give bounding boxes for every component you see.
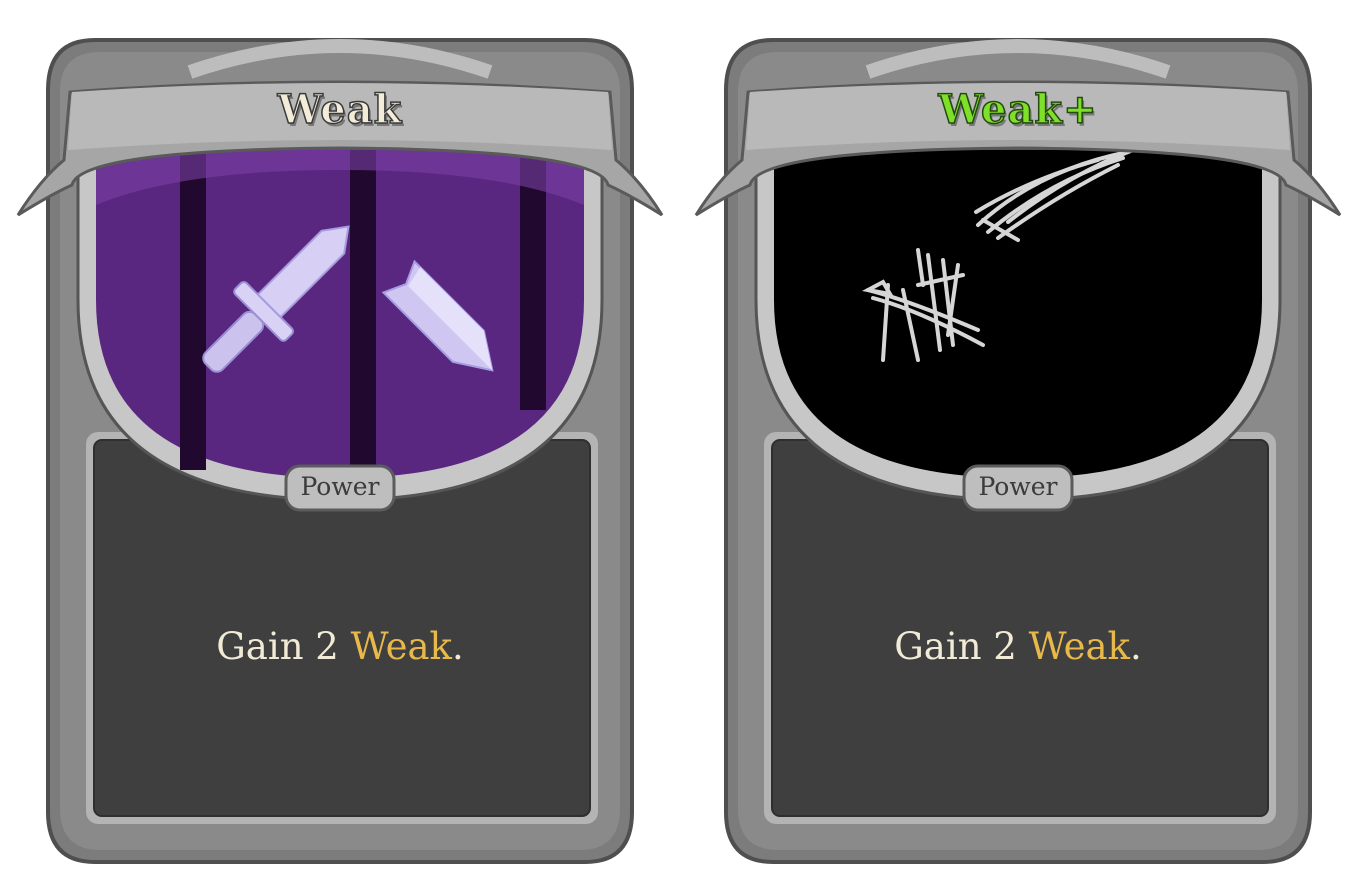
card-description: Gain 2 Weak. — [0, 625, 680, 668]
description-text: Gain 2 — [216, 625, 351, 668]
description-period: . — [451, 625, 464, 668]
keyword-weak: Weak — [1028, 625, 1130, 668]
crossed-swords-icon — [96, 150, 584, 478]
card-title: Weak — [277, 85, 403, 134]
card-comparison: Weak Power Gain 2 Weak. Weak+ Power Gain… — [0, 0, 1356, 874]
scribble-sketch-icon — [774, 148, 1262, 478]
card-weak-plus[interactable]: Weak+ Power Gain 2 Weak. — [678, 0, 1356, 874]
description-text: Gain 2 — [894, 625, 1029, 668]
card-weak[interactable]: Weak Power Gain 2 Weak. — [0, 0, 680, 874]
card-title: Weak+ — [938, 85, 1098, 134]
card-description: Gain 2 Weak. — [678, 625, 1356, 668]
keyword-weak: Weak — [350, 625, 452, 668]
card-type-label: Power — [978, 472, 1058, 501]
card-type-label: Power — [300, 472, 380, 501]
description-period: . — [1129, 625, 1142, 668]
